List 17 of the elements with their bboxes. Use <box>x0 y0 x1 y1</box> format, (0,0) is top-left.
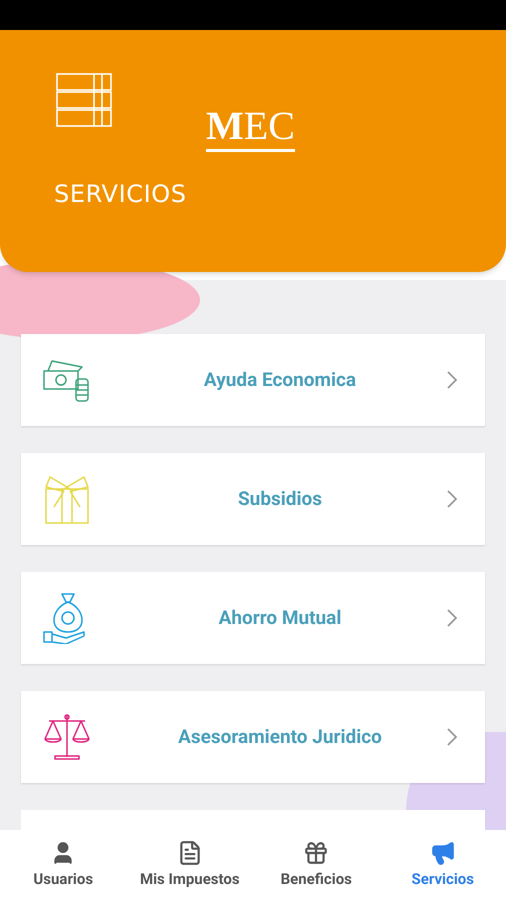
chevron-icon <box>447 371 457 389</box>
nav-tab[interactable]: Beneficios <box>253 830 380 900</box>
chevron-icon <box>447 728 457 746</box>
service-card[interactable]: Ayuda Economica <box>21 334 485 426</box>
gift-icon <box>303 840 330 866</box>
nav-tab[interactable]: Mis Impuestos <box>126 830 253 900</box>
nav-tab[interactable]: Servicios <box>380 830 506 900</box>
service-card[interactable]: Asesoramiento Juridico <box>21 691 485 783</box>
service-card[interactable]: Subsidios <box>21 453 485 545</box>
megaphone-icon <box>430 840 456 866</box>
page-title: SERVICIOS <box>54 179 187 210</box>
chevron-icon <box>447 490 457 508</box>
server-icon <box>56 73 112 127</box>
nav-tab[interactable]: Usuarios <box>0 830 126 900</box>
service-card[interactable]: Ahorro Mutual <box>21 572 485 664</box>
chevron-icon <box>447 609 457 627</box>
logo: MEC <box>206 106 295 152</box>
